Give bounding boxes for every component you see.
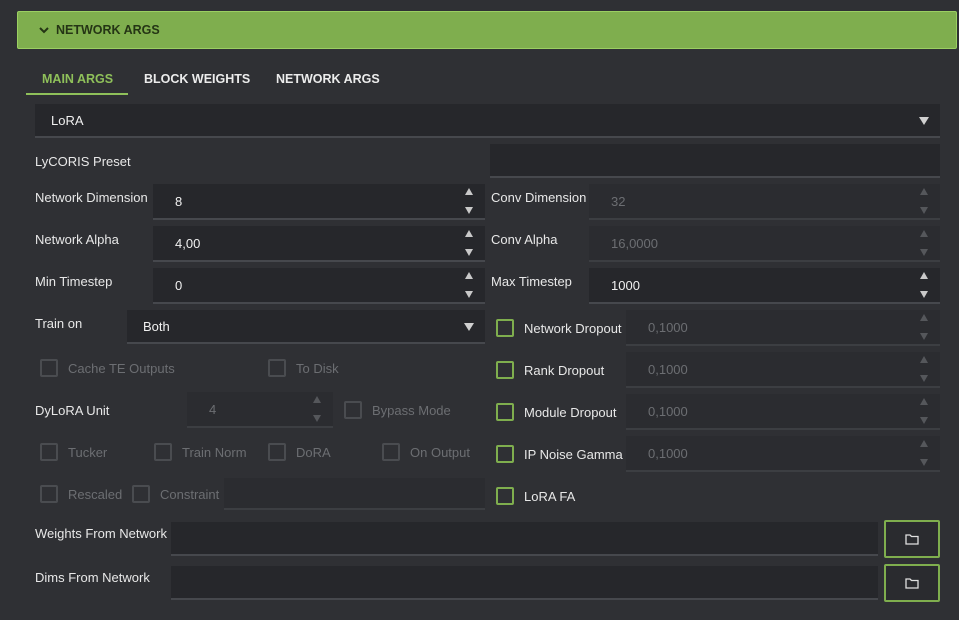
dylora-unit-spinbox: 4 [187,392,333,428]
weights-from-network-input[interactable] [171,522,878,556]
constraint-input [224,478,485,510]
folder-icon [905,578,919,589]
folder-icon [905,534,919,545]
dora-label: DoRA [296,445,331,460]
section-title: NETWORK ARGS [56,23,160,37]
spin-arrows-icon[interactable] [465,184,475,218]
rank-dropout-label: Rank Dropout [524,363,605,378]
rank-dropout-value: 0,1000 [648,361,688,377]
weights-from-network-label: Weights From Network [35,526,167,541]
section-header[interactable]: NETWORK ARGS [17,11,957,49]
bypass-mode-checkbox [344,401,362,419]
network-dropout-label: Network Dropout [524,321,622,336]
active-tab-indicator [26,93,128,95]
lora-fa-label: LoRA FA [524,489,576,504]
dims-browse-button[interactable] [884,564,940,602]
cache-te-outputs-checkbox [40,359,58,377]
train-norm-checkbox [154,443,172,461]
spin-arrows-icon [920,184,930,218]
dropdown-arrow-icon [464,323,474,331]
tucker-checkbox [40,443,58,461]
ip-noise-gamma-spinbox: 0,1000 [626,436,940,472]
network-alpha-label: Network Alpha [35,232,119,247]
network-type-select[interactable]: LoRA [35,104,940,138]
min-timestep-spinbox[interactable]: 0 [153,268,485,304]
rank-dropout-checkbox[interactable] [496,361,514,379]
ip-noise-gamma-checkbox[interactable] [496,445,514,463]
constraint-checkbox [132,485,150,503]
max-timestep-label: Max Timestep [491,274,572,289]
to-disk-checkbox [268,359,286,377]
spin-arrows-icon [920,352,930,386]
ip-noise-gamma-value: 0,1000 [648,445,688,461]
network-alpha-value: 4,00 [175,235,201,251]
dropdown-arrow-icon [919,117,929,125]
ip-noise-gamma-label: IP Noise Gamma [524,447,623,462]
dylora-unit-value: 4 [209,401,217,417]
lora-fa-checkbox[interactable] [496,487,514,505]
network-dimension-value: 8 [175,193,183,209]
conv-alpha-spinbox: 16,0000 [589,226,940,262]
spin-arrows-icon [920,436,930,470]
tucker-label: Tucker [68,445,108,460]
dims-from-network-label: Dims From Network [35,570,150,585]
conv-alpha-label: Conv Alpha [491,232,558,247]
tab-block-weights[interactable]: BLOCK WEIGHTS [144,72,250,86]
train-on-value: Both [143,318,170,334]
constraint-label: Constraint [160,487,220,502]
network-dimension-label: Network Dimension [35,190,148,205]
train-norm-label: Train Norm [182,445,247,460]
dims-from-network-input[interactable] [171,566,878,600]
spin-arrows-icon[interactable] [920,268,930,302]
to-disk-label: To Disk [296,361,339,376]
spin-arrows-icon [920,394,930,428]
conv-dimension-spinbox: 32 [589,184,940,220]
chevron-down-icon [39,27,49,34]
spin-arrows-icon [313,392,323,426]
dylora-unit-label: DyLoRA Unit [35,403,110,418]
network-dimension-spinbox[interactable]: 8 [153,184,485,220]
lycoris-preset-label: LyCORIS Preset [35,154,131,169]
min-timestep-value: 0 [175,277,183,293]
cache-te-outputs-label: Cache TE Outputs [68,361,175,376]
conv-dimension-label: Conv Dimension [491,190,587,205]
spin-arrows-icon [920,310,930,344]
network-dropout-spinbox: 0,1000 [626,310,940,346]
min-timestep-label: Min Timestep [35,274,113,289]
network-dropout-checkbox[interactable] [496,319,514,337]
spin-arrows-icon[interactable] [465,226,475,260]
bypass-mode-label: Bypass Mode [372,403,451,418]
train-on-label: Train on [35,316,83,331]
network-type-value: LoRA [51,112,84,128]
module-dropout-checkbox[interactable] [496,403,514,421]
on-output-label: On Output [410,445,470,460]
rescaled-label: Rescaled [68,487,123,502]
rank-dropout-spinbox: 0,1000 [626,352,940,388]
weights-browse-button[interactable] [884,520,940,558]
max-timestep-value: 1000 [611,277,640,293]
spin-arrows-icon[interactable] [465,268,475,302]
tab-network-args[interactable]: NETWORK ARGS [276,72,380,86]
module-dropout-value: 0,1000 [648,403,688,419]
network-dropout-value: 0,1000 [648,319,688,335]
on-output-checkbox [382,443,400,461]
max-timestep-spinbox[interactable]: 1000 [589,268,940,304]
module-dropout-label: Module Dropout [524,405,617,420]
conv-alpha-value: 16,0000 [611,235,658,251]
module-dropout-spinbox: 0,1000 [626,394,940,430]
conv-dimension-value: 32 [611,193,626,209]
train-on-select[interactable]: Both [127,310,485,344]
lycoris-preset-input[interactable] [490,144,940,178]
tab-main-args[interactable]: MAIN ARGS [42,72,113,86]
network-alpha-spinbox[interactable]: 4,00 [153,226,485,262]
rescaled-checkbox [40,485,58,503]
dora-checkbox [268,443,286,461]
spin-arrows-icon [920,226,930,260]
